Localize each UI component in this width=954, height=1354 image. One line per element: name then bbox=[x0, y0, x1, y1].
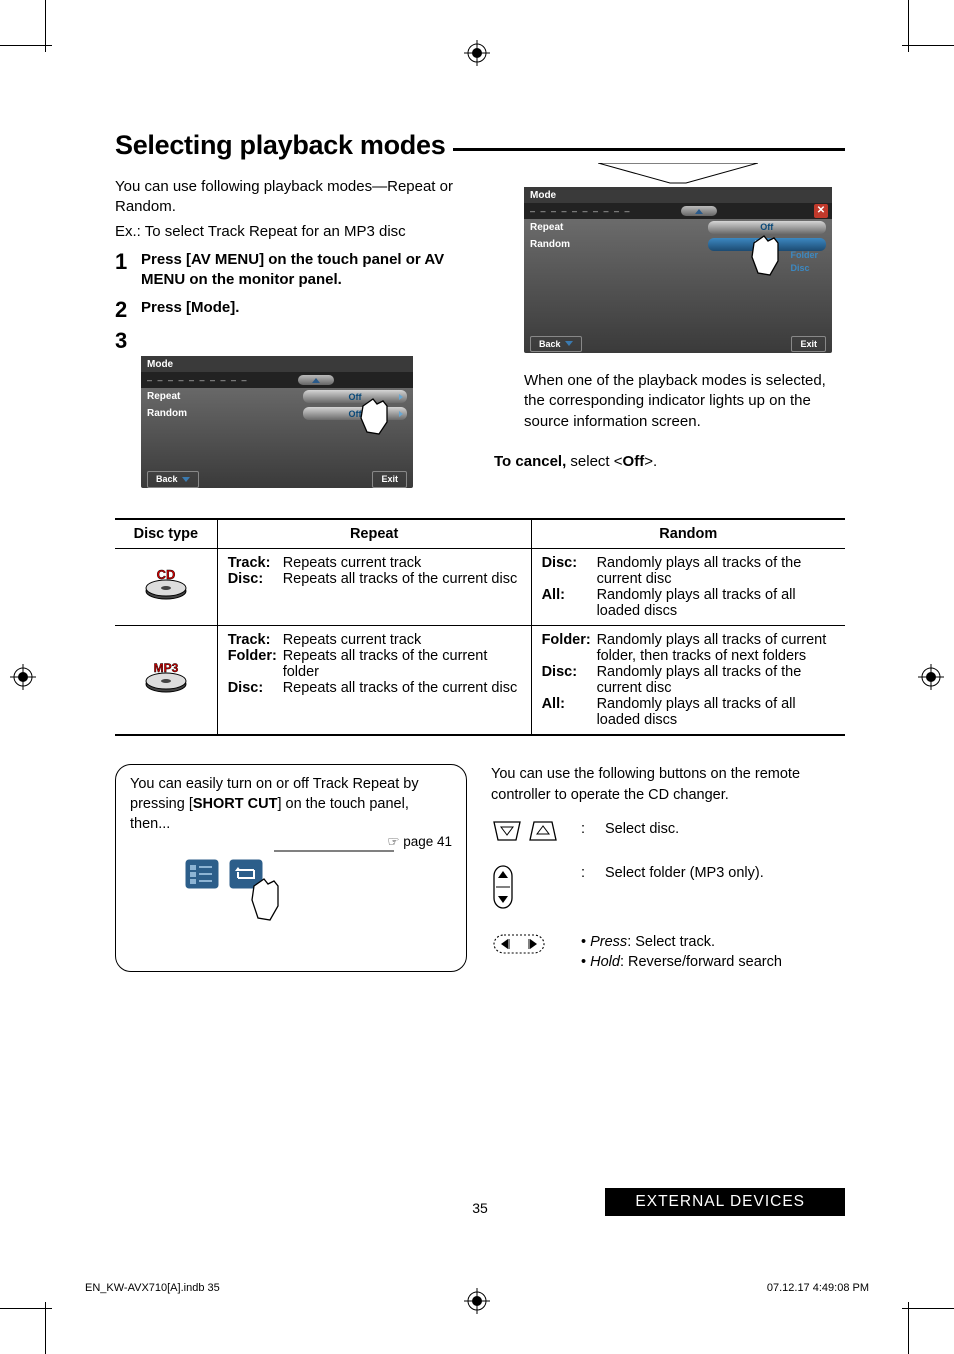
registration-mark-icon bbox=[464, 40, 490, 66]
cancel-line: To cancel, select <Off>. bbox=[494, 452, 845, 472]
remote-intro: You can use the following buttons on the… bbox=[491, 764, 843, 805]
repeat-key: Folder: bbox=[228, 648, 283, 680]
remote-down-button-icon bbox=[491, 819, 523, 849]
hand-cursor-icon bbox=[248, 876, 292, 935]
mp3-disc-icon: MP3 bbox=[143, 661, 189, 699]
step-1-text: Press [AV MENU] on the touch panel or AV… bbox=[141, 250, 466, 291]
panel2-exit: Exit bbox=[791, 336, 826, 352]
up-icon bbox=[681, 206, 717, 216]
random-val: Randomly plays all tracks of current fol… bbox=[597, 632, 835, 664]
panel1-row2-label: Random bbox=[147, 407, 303, 421]
repeat-val: Repeats all tracks of the current disc bbox=[283, 680, 521, 696]
panel1-row2-value: Off bbox=[303, 407, 407, 420]
panel2-extra-options: Folder Disc bbox=[790, 249, 818, 275]
repeat-key: Track: bbox=[228, 632, 283, 648]
step-2-text: Press [Mode]. bbox=[141, 298, 239, 321]
colon: : bbox=[581, 819, 593, 839]
repeat-key: Disc: bbox=[228, 571, 283, 587]
remote-hold-line: Hold: Reverse/forward search bbox=[581, 952, 782, 972]
callout-short-cut: SHORT CUT bbox=[193, 796, 278, 812]
intro-line-2: Ex.: To select Track Repeat for an MP3 d… bbox=[115, 222, 466, 242]
random-val: Randomly plays all tracks of the current… bbox=[597, 555, 835, 587]
random-key: All: bbox=[542, 587, 597, 619]
repeat-val: Repeats current track bbox=[283, 555, 521, 571]
panel2-title: Mode bbox=[524, 187, 832, 203]
panel2-back: Back bbox=[530, 336, 582, 352]
panel2-row1-value: Off bbox=[708, 221, 826, 234]
svg-text:MP3: MP3 bbox=[154, 661, 179, 675]
right-column: Mode – – – – – – – – – – ✕ Repeat Off Ra… bbox=[494, 177, 845, 488]
panel2-folder-option: Folder bbox=[790, 249, 818, 262]
remote-disc-text: Select disc. bbox=[605, 819, 679, 839]
table-row: MP3 Track:Repeats current track Folder:R… bbox=[115, 626, 845, 736]
panel2-row1-label: Repeat bbox=[530, 221, 708, 235]
print-footer-left: EN_KW-AVX710[A].indb 35 bbox=[85, 1282, 220, 1294]
panel1-title: Mode bbox=[141, 356, 413, 372]
repeat-val: Repeats current track bbox=[283, 632, 521, 648]
intro-line-1: You can use following playback modes—Rep… bbox=[115, 177, 466, 218]
crop-mark bbox=[45, 1302, 46, 1354]
repeat-key: Disc: bbox=[228, 680, 283, 696]
print-footer-right: 07.12.17 4:49:08 PM bbox=[767, 1282, 869, 1294]
panel1-exit: Exit bbox=[372, 471, 407, 487]
step-number-3: 3 bbox=[115, 329, 141, 352]
th-disc-type: Disc type bbox=[115, 519, 217, 549]
page-number: 35 bbox=[472, 1200, 488, 1216]
section-title: Selecting playback modes bbox=[115, 130, 445, 161]
left-column: You can use following playback modes—Rep… bbox=[115, 177, 466, 488]
remote-rocker-vertical-icon bbox=[491, 863, 515, 917]
panel1-dashes: – – – – – – – – – – bbox=[147, 374, 248, 386]
after-panel2-text: When one of the playback modes is select… bbox=[524, 371, 845, 432]
crop-mark bbox=[902, 45, 954, 46]
random-val: Randomly plays all tracks of the current… bbox=[597, 664, 835, 696]
crop-mark bbox=[0, 1308, 52, 1309]
registration-mark-icon bbox=[918, 664, 944, 690]
panel1-back: Back bbox=[147, 471, 199, 487]
footer-tag: EXTERNAL DEVICES bbox=[605, 1188, 845, 1216]
page-ref: ☞ page 41 bbox=[387, 833, 452, 851]
crop-mark bbox=[902, 1308, 954, 1309]
random-key: Folder: bbox=[542, 632, 597, 664]
close-icon: ✕ bbox=[814, 204, 828, 218]
th-repeat: Repeat bbox=[217, 519, 531, 549]
repeat-val: Repeats all tracks of the current disc bbox=[283, 571, 521, 587]
crop-mark bbox=[908, 1302, 909, 1354]
random-key: Disc: bbox=[542, 555, 597, 587]
registration-mark-icon bbox=[464, 1288, 490, 1314]
random-key: Disc: bbox=[542, 664, 597, 696]
playback-modes-table: Disc type Repeat Random CD Track:Repeats… bbox=[115, 518, 845, 736]
cd-disc-icon: CD bbox=[143, 568, 189, 606]
list-icon bbox=[184, 878, 224, 894]
title-rule bbox=[453, 148, 845, 151]
panel1-row1-value: Off bbox=[303, 390, 407, 403]
remote-section: You can use the following buttons on the… bbox=[491, 764, 843, 972]
repeat-key: Track: bbox=[228, 555, 283, 571]
up-icon bbox=[298, 375, 334, 385]
table-row: CD Track:Repeats current track Disc:Repe… bbox=[115, 549, 845, 626]
leader-line bbox=[274, 846, 394, 856]
colon: : bbox=[581, 863, 593, 883]
panel2-dashes: – – – – – – – – – – bbox=[530, 205, 631, 217]
mode-panel-1: Mode – – – – – – – – – – Repeat Off Rand… bbox=[141, 356, 413, 488]
mode-panel-2: Mode – – – – – – – – – – ✕ Repeat Off Ra… bbox=[524, 187, 832, 353]
step-number-2: 2 bbox=[115, 298, 141, 321]
random-val: Randomly plays all tracks of all loaded … bbox=[597, 696, 835, 728]
remote-folder-text: Select folder (MP3 only). bbox=[605, 863, 764, 883]
remote-press-line: Press: Select track. bbox=[581, 932, 782, 952]
shortcut-callout: You can easily turn on or off Track Repe… bbox=[115, 764, 467, 972]
repeat-val: Repeats all tracks of the current folder bbox=[283, 648, 521, 680]
panel2-disc-option: Disc bbox=[790, 262, 818, 275]
step-number-1: 1 bbox=[115, 250, 141, 291]
remote-up-button-icon bbox=[527, 819, 559, 849]
svg-text:CD: CD bbox=[156, 568, 175, 582]
panel1-row1-label: Repeat bbox=[147, 390, 303, 404]
registration-mark-icon bbox=[10, 664, 36, 690]
random-key: All: bbox=[542, 696, 597, 728]
panel2-row2-label: Random bbox=[530, 238, 708, 252]
random-val: Randomly plays all tracks of all loaded … bbox=[597, 587, 835, 619]
crop-mark bbox=[0, 45, 52, 46]
th-random: Random bbox=[531, 519, 845, 549]
remote-rocker-horizontal-icon bbox=[491, 932, 547, 962]
